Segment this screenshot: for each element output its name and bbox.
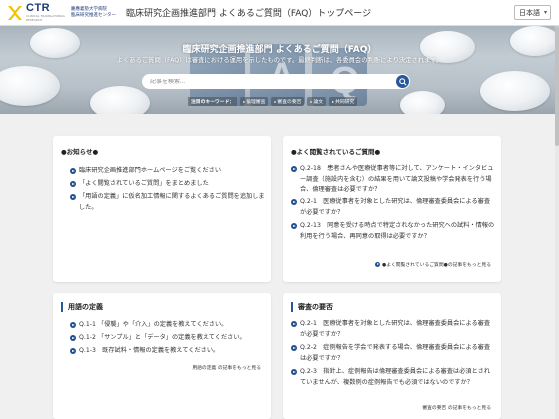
page-scrollbar[interactable] xyxy=(555,26,559,419)
search-icon xyxy=(398,77,407,86)
scrollbar-thumb[interactable] xyxy=(555,26,559,146)
hero-banner: A Q 臨床研究企画推進部門 よくあるご質問（FAQ） よくあるご質問（FAQ）… xyxy=(0,26,559,114)
faq-question-link[interactable]: Q.1-1 「侵襲」や「介入」の定義を教えてください。 xyxy=(70,320,265,331)
terms-panel: 用語の定義 Q.1-1 「侵襲」や「介入」の定義を教えてください。 Q.1-2 … xyxy=(53,293,271,419)
keyword-link[interactable]: 倫理審査 xyxy=(240,96,269,106)
site-header: CTR CLINICAL TRANSLATIONAL RESEARCH 慶應義塾… xyxy=(0,0,559,26)
arrow-bullet-icon xyxy=(291,345,297,351)
faq-question-link[interactable]: Q.2-13 同意を受ける時点で特定されなかった研究への試料・情報の利用を行う場… xyxy=(291,221,495,242)
faq-question-link[interactable]: Q.2-2 症例報告を学会で発表する場合、倫理審査委員会による審査は必要ですか？ xyxy=(291,343,495,364)
arrow-bullet-icon xyxy=(70,322,76,328)
language-select[interactable]: 日本語 ▾ xyxy=(514,5,551,20)
arrow-bullet-icon xyxy=(375,262,381,267)
logo-ctr-text: CTR xyxy=(26,2,51,14)
pill-decoration xyxy=(480,71,550,111)
review-panel: 審査の要否 Q.2-1 医療従事者を対象とした研究は、倫理審査委員会による審査が… xyxy=(283,293,501,419)
review-title[interactable]: 審査の要否 xyxy=(291,302,333,312)
keyword-link[interactable]: 共同研究 xyxy=(329,96,358,106)
search-input[interactable] xyxy=(150,78,380,85)
chevron-down-icon: ▾ xyxy=(543,9,547,16)
faq-question-link[interactable]: Q.1-3 既存試料・情報の定義を教えてください。 xyxy=(70,346,265,357)
faq-question-link[interactable]: Q.2-3 指針上、症例報告は倫理審査委員会による審査は必須とされていませんが、… xyxy=(291,367,495,388)
news-title: ●お知らせ● xyxy=(61,148,99,156)
arrow-bullet-icon xyxy=(291,223,297,229)
ctr-logo-icon xyxy=(6,4,24,22)
arrow-bullet-icon xyxy=(70,194,76,200)
hero-description: よくあるご質問（FAQ）は審査における運用を示したものです。最終判断は、各委員会… xyxy=(116,57,443,64)
terms-more-link[interactable]: 用語の定義 の記事をもっと見る xyxy=(192,364,261,371)
faq-question-link[interactable]: Q.2-18 患者さんや医療従事者等に対して、アンケート・インタビュー調査（施設… xyxy=(291,164,495,196)
arrow-bullet-icon xyxy=(70,181,76,187)
site-logo[interactable]: CTR CLINICAL TRANSLATIONAL RESEARCH 慶應義塾… xyxy=(6,2,116,24)
arrow-bullet-icon xyxy=(70,168,76,174)
keyword-bar: 注目のキーワード： 倫理審査 審査の要否 論文 共同研究 xyxy=(188,96,358,106)
faq-question-link[interactable]: Q.2-1 医療従事者を対象とした研究は、倫理審査委員会による審査が必要ですか？ xyxy=(291,197,495,218)
pill-decoration xyxy=(90,86,150,114)
terms-title[interactable]: 用語の定義 xyxy=(61,302,103,312)
keywords-label: 注目のキーワード： xyxy=(188,96,238,106)
arrow-bullet-icon xyxy=(70,335,76,341)
popular-title: ●よく閲覧されているご質問● xyxy=(291,148,381,156)
news-panel: ●お知らせ● 臨床研究企画推進部門ホームページをご覧ください 「よく閲覧されてい… xyxy=(53,136,271,282)
arrow-bullet-icon xyxy=(291,369,297,375)
pill-decoration xyxy=(0,66,60,106)
hero-title: 臨床研究企画推進部門 よくあるご質問（FAQ） xyxy=(182,45,377,55)
keyword-link[interactable]: 論文 xyxy=(307,96,327,106)
pill-decoration xyxy=(400,91,445,114)
page-title: 臨床研究企画推進部門 よくあるご質問（FAQ）トップページ xyxy=(126,9,372,19)
arrow-bullet-icon xyxy=(291,321,297,327)
news-item[interactable]: 「よく閲覧されているご質問」をまとめました xyxy=(70,179,265,190)
faq-question-link[interactable]: Q.1-2 「サンプル」と「データ」の定義を教えてください。 xyxy=(70,333,265,344)
popular-more-link[interactable]: ●よく閲覧されているご質問●の記事をもっと見る xyxy=(375,261,491,268)
keyword-link[interactable]: 審査の要否 xyxy=(271,96,305,106)
news-item[interactable]: 「用語の定義」に仮名加工情報に関するよくあるご質問を追加しました。 xyxy=(70,192,265,213)
logo-center-name: 臨床研究推進センター xyxy=(71,12,116,18)
search-button[interactable] xyxy=(396,75,409,88)
review-more-link[interactable]: 審査の要否 の記事をもっと見る xyxy=(422,404,491,411)
arrow-bullet-icon xyxy=(291,166,297,172)
arrow-bullet-icon xyxy=(291,199,297,205)
language-selected-value: 日本語 xyxy=(519,8,540,17)
logo-tagline: CLINICAL TRANSLATIONAL RESEARCH xyxy=(26,14,66,22)
news-item[interactable]: 臨床研究企画推進部門ホームページをご覧ください xyxy=(70,166,265,177)
arrow-bullet-icon xyxy=(70,348,76,354)
faq-question-link[interactable]: Q.2-1 医療従事者を対象とした研究は、倫理審査委員会による審査が必要ですか？ xyxy=(291,319,495,340)
search-bar xyxy=(142,74,410,89)
popular-questions-panel: ●よく閲覧されているご質問● Q.2-18 患者さんや医療従事者等に対して、アン… xyxy=(283,136,501,282)
